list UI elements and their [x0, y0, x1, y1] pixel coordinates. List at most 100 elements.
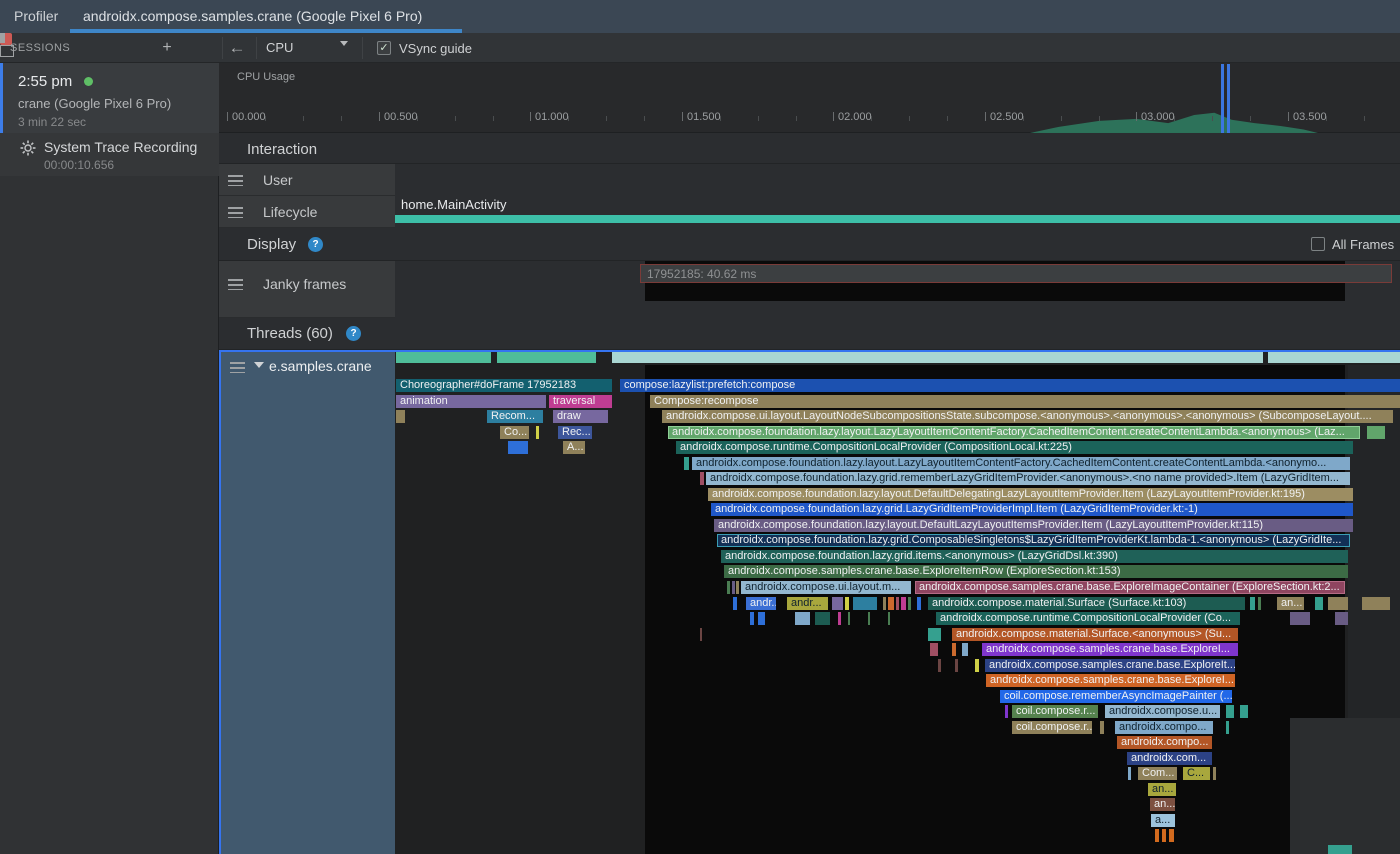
trace-span[interactable]: a...: [1151, 814, 1175, 827]
thread-state-segment[interactable]: [396, 352, 491, 363]
trace-span[interactable]: [1258, 597, 1261, 610]
trace-span[interactable]: C...: [1183, 767, 1210, 780]
trace-span[interactable]: androidx.compose.samples.crane.base.Expl…: [982, 643, 1238, 656]
trace-span[interactable]: androidx.compose.samples.crane.base.Expl…: [985, 659, 1235, 672]
trace-span[interactable]: [848, 612, 850, 625]
back-arrow-button[interactable]: ←: [228, 39, 246, 57]
trace-span[interactable]: androidx.compose.foundation.lazy.layout.…: [668, 426, 1360, 439]
trace-span[interactable]: Co...: [500, 426, 529, 439]
trace-span[interactable]: Compose:recompose: [650, 395, 1400, 408]
trace-span[interactable]: [1155, 829, 1159, 842]
lifecycle-track-label-cell[interactable]: Lifecycle: [219, 196, 395, 228]
help-icon[interactable]: ?: [308, 237, 323, 252]
trace-span[interactable]: androidx.compose.foundation.lazy.grid.re…: [706, 472, 1350, 485]
trace-span[interactable]: androidx.compo...: [1117, 736, 1212, 749]
help-icon[interactable]: ?: [346, 326, 361, 341]
trace-span[interactable]: coil.compose.rememberAsyncImagePainter (…: [1000, 690, 1232, 703]
trace-span[interactable]: A...: [563, 441, 585, 454]
trace-span[interactable]: androidx.compo...: [1115, 721, 1213, 734]
drag-handle-icon[interactable]: [228, 175, 243, 186]
trace-span[interactable]: [508, 441, 528, 454]
thread-state-segment[interactable]: [497, 352, 596, 363]
trace-span[interactable]: Choreographer#doFrame 17952183: [396, 379, 612, 392]
trace-span[interactable]: [1328, 597, 1348, 610]
trace-span[interactable]: Rec...: [558, 426, 592, 439]
trace-span[interactable]: [1226, 705, 1234, 718]
drag-handle-icon[interactable]: [228, 207, 243, 218]
trace-span[interactable]: Com...: [1138, 767, 1177, 780]
trace-span[interactable]: coil.compose.r...: [1012, 721, 1092, 734]
trace-span[interactable]: [732, 581, 735, 594]
add-session-button[interactable]: +: [158, 39, 176, 57]
trace-span[interactable]: compose:lazylist:prefetch:compose: [620, 379, 1400, 392]
trace-span[interactable]: androidx.compose.ui.layout.LayoutNodeSub…: [662, 410, 1393, 423]
trace-span[interactable]: androidx.compose.foundation.lazy.layout.…: [692, 457, 1350, 470]
trace-span[interactable]: [1162, 829, 1166, 842]
trace-span[interactable]: [1240, 705, 1248, 718]
thread-label-cell[interactable]: e.samples.crane: [219, 352, 395, 854]
trace-span[interactable]: traversal: [549, 395, 612, 408]
trace-span[interactable]: [1169, 829, 1174, 842]
drag-handle-icon[interactable]: [230, 362, 245, 373]
trace-span[interactable]: androidx.compose.foundation.lazy.grid.La…: [711, 503, 1353, 516]
trace-span[interactable]: [868, 612, 870, 625]
trace-span[interactable]: androidx.compose.foundation.lazy.layout.…: [714, 519, 1353, 532]
trace-span[interactable]: androidx.compose.u...: [1105, 705, 1220, 718]
trace-span[interactable]: androidx.com...: [1127, 752, 1212, 765]
vsync-guide-checkbox[interactable]: ✓: [377, 41, 391, 55]
trace-span[interactable]: [908, 597, 911, 610]
janky-frame-bar[interactable]: 17952185: 40.62 ms: [640, 264, 1392, 283]
trace-span[interactable]: [736, 581, 739, 594]
trace-span[interactable]: coil.compose.r...: [1012, 705, 1098, 718]
trace-span[interactable]: [1290, 612, 1310, 625]
trace-span[interactable]: andr...: [787, 597, 828, 610]
trace-span[interactable]: [952, 643, 956, 656]
trace-span[interactable]: [758, 612, 765, 625]
cpu-usage-track[interactable]: CPU Usage 00.00000.50001.00001.50002.000…: [219, 63, 1400, 133]
trace-span[interactable]: [396, 410, 405, 423]
trace-span[interactable]: [1100, 721, 1104, 734]
trace-span[interactable]: [536, 426, 539, 439]
trace-span[interactable]: [853, 597, 877, 610]
trace-span[interactable]: androidx.compose.foundation.lazy.grid.it…: [721, 550, 1348, 563]
trace-span[interactable]: androidx.compose.samples.crane.base.Expl…: [986, 674, 1235, 687]
trace-span[interactable]: androidx.compose.samples.crane.base.Expl…: [724, 565, 1348, 578]
collapse-thread-icon[interactable]: [254, 362, 264, 368]
trace-span[interactable]: [815, 612, 830, 625]
trace-span[interactable]: [955, 659, 958, 672]
trace-span[interactable]: androidx.compose.runtime.CompositionLoca…: [936, 612, 1240, 625]
trace-span[interactable]: [684, 457, 689, 470]
trace-span[interactable]: [1226, 721, 1229, 734]
trace-span[interactable]: [700, 472, 704, 485]
trace-span[interactable]: [888, 612, 890, 625]
trace-span[interactable]: [1335, 612, 1348, 625]
trace-span[interactable]: [917, 597, 921, 610]
trace-span[interactable]: [883, 597, 886, 610]
trace-span[interactable]: [896, 597, 899, 610]
trace-span[interactable]: [975, 659, 979, 672]
user-track-label-cell[interactable]: User: [219, 164, 395, 196]
thread-state-segment[interactable]: [612, 352, 1263, 363]
tab-profiler[interactable]: Profiler: [14, 0, 58, 33]
trace-artifact-row[interactable]: System Trace Recording 00:00:10.656: [0, 133, 219, 176]
drag-handle-icon[interactable]: [228, 279, 243, 290]
trace-span[interactable]: an...: [1150, 798, 1175, 811]
trace-span[interactable]: androidx.compose.material.Surface (Surfa…: [928, 597, 1245, 610]
trace-span[interactable]: [795, 612, 810, 625]
trace-span[interactable]: androidx.compose.samples.crane.base.Expl…: [915, 581, 1345, 594]
trace-span[interactable]: [700, 628, 702, 641]
trace-span[interactable]: [727, 581, 730, 594]
trace-span[interactable]: [938, 659, 941, 672]
trace-span[interactable]: [1362, 597, 1390, 610]
trace-span[interactable]: Recom...: [487, 410, 543, 423]
trace-span[interactable]: [930, 643, 938, 656]
lifecycle-event-bar[interactable]: [395, 215, 1400, 223]
trace-span[interactable]: draw: [553, 410, 608, 423]
trace-span[interactable]: animation: [396, 395, 546, 408]
trace-span[interactable]: androidx.compose.runtime.CompositionLoca…: [676, 441, 1353, 454]
trace-span[interactable]: androidx.compose.ui.layout.m...: [741, 581, 911, 594]
thread-state-segment[interactable]: [1268, 352, 1400, 363]
trace-span[interactable]: androidx.compose.material.Surface.<anony…: [952, 628, 1238, 641]
trace-span[interactable]: [845, 597, 849, 610]
trace-span[interactable]: andr...: [746, 597, 776, 610]
